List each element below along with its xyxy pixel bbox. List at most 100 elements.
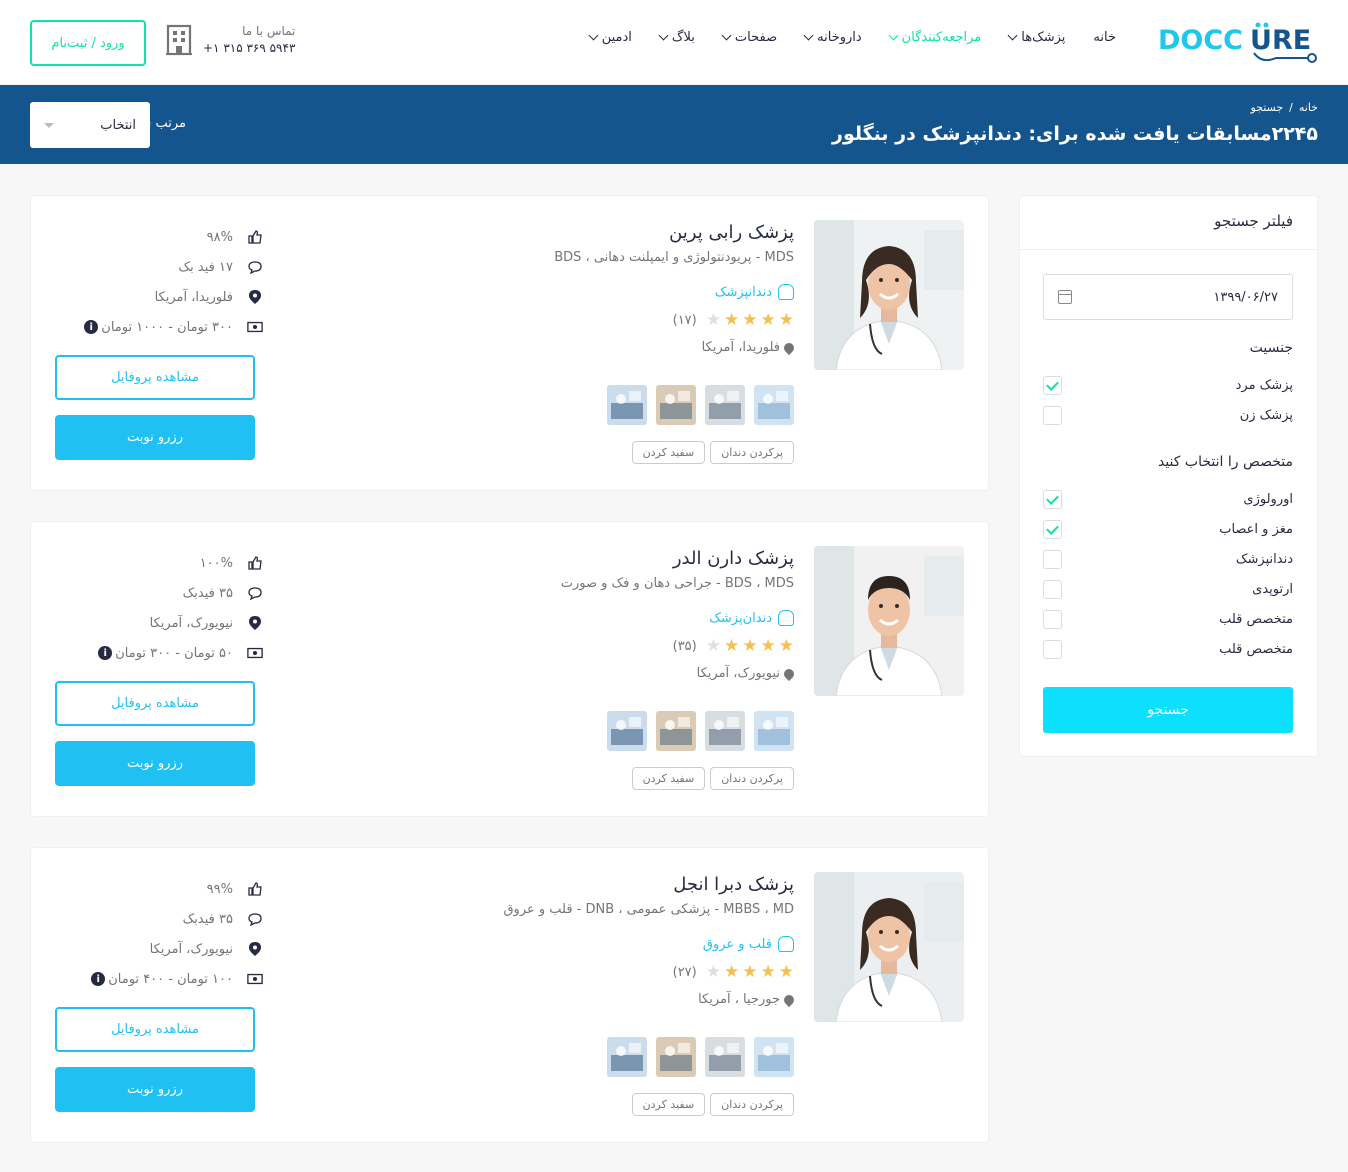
checkbox-label: متخصص قلب (1219, 641, 1293, 657)
feedback-count: ۱۷ فید بک (178, 259, 233, 275)
feedback-count: ۳۵ فیدبک (182, 911, 233, 927)
info-price: ۱۰۰ تومان - ۴۰۰ تومان i (55, 964, 263, 994)
info-like: ۹۹% (55, 874, 263, 904)
book-appointment-button[interactable]: رزرو نوبت (55, 1067, 255, 1112)
chevron-down-icon (721, 30, 732, 41)
checkbox[interactable] (1043, 639, 1062, 659)
doctor-card: پزشک دارن الدر BDS ، MDS - جراحی دهان و … (30, 521, 989, 817)
location-text: فلوریدا، آمریکا (701, 340, 780, 355)
sort-select-value: انتخاب (100, 117, 136, 133)
nav-item[interactable]: صفحات (709, 30, 791, 45)
star-filled-icon: ★ (760, 962, 776, 982)
doctor-degrees: MDS - پریودنتولوژی و ایمپلنت دهانی ، BDS (554, 250, 794, 265)
filter-checkbox-row[interactable]: مغز و اعصاب (1043, 518, 1293, 540)
info-place: فلوریدا، آمریکا (55, 282, 263, 312)
doccure-logo[interactable]: DOCC U RE (1158, 20, 1320, 64)
clinic-photo-svg (754, 711, 794, 751)
checkbox-checked[interactable] (1043, 489, 1062, 509)
filter-checkbox-row[interactable]: پزشک مرد (1043, 374, 1293, 396)
filter-checkbox-row[interactable]: پزشک زن (1043, 404, 1293, 426)
nav-item[interactable]: داروخانه (791, 30, 876, 45)
search-button[interactable]: جستجو (1043, 687, 1293, 733)
checkbox[interactable] (1043, 609, 1062, 629)
doctor-name[interactable]: پزشک رابی پرین (669, 222, 794, 243)
login-register-button[interactable]: ورود / ثبت‌نام (30, 20, 146, 66)
clinic-gallery-image[interactable] (754, 1037, 794, 1077)
review-count: (۲۷) (672, 964, 697, 980)
clinic-gallery-image[interactable] (656, 711, 696, 751)
book-appointment-button[interactable]: رزرو نوبت (55, 415, 255, 460)
view-profile-button[interactable]: مشاهده پروفایل (55, 1007, 255, 1052)
nav-item[interactable]: پزشک‌ها (995, 30, 1079, 45)
clinic-gallery-image[interactable] (705, 711, 745, 751)
chevron-down-icon (1007, 30, 1018, 41)
view-profile-button[interactable]: مشاهده پروفایل (55, 355, 255, 400)
comment-icon (247, 912, 263, 926)
filter-checkbox-row[interactable]: متخصص قلب (1043, 608, 1293, 630)
sort-select[interactable]: انتخاب (30, 102, 150, 148)
doctor-name[interactable]: پزشک دبرا انجل (673, 874, 794, 895)
filter-checkbox-row[interactable]: دندانپزشک (1043, 548, 1293, 570)
doctor-photo[interactable] (814, 546, 964, 696)
book-appointment-button[interactable]: رزرو نوبت (55, 741, 255, 786)
caret-down-icon (44, 122, 54, 128)
doctor-degrees: MBBS ، MD - پزشکی عمومی ، DNB - قلب و عر… (503, 902, 794, 917)
clinic-gallery-image[interactable] (607, 385, 647, 425)
filter-checkbox-row[interactable]: اورولوژی (1043, 488, 1293, 510)
checkbox-label: دندانپزشک (1235, 551, 1293, 567)
breadcrumb-home[interactable]: خانه (1299, 101, 1318, 114)
thumbs-up-icon (247, 556, 263, 570)
date-input[interactable]: ۱۳۹۹/۰۶/۲۷ (1043, 274, 1293, 320)
feedback-count: ۳۵ فیدبک (182, 585, 233, 601)
service-tags: پرکردن دندان سفید کردن (631, 767, 794, 790)
contact-phone[interactable]: +۱ ۳۱۵ ۳۶۹ ۵۹۴۳ (203, 41, 295, 55)
clinic-gallery-image[interactable] (656, 385, 696, 425)
checkbox-checked[interactable] (1043, 375, 1062, 395)
clinic-photo-svg (754, 1037, 794, 1077)
place-text: فلوریدا، آمریکا (154, 289, 233, 305)
doctor-photo[interactable] (814, 872, 964, 1022)
location-text: نیویورک، آمریکا (696, 666, 780, 681)
checkbox[interactable] (1043, 549, 1062, 569)
site-header: DOCC U RE خانه پزشک‌ها مراجعه‌کنندگان داروخ… (0, 0, 1348, 85)
doctor-info-list: ۱۰۰% ۳۵ فیدبک نیویورک، آمریکا ۵۰ تومان -… (55, 548, 263, 668)
info-circle-icon[interactable]: i (84, 320, 99, 334)
doctor-specialty: دندانپزشک (715, 284, 794, 300)
doctor-photo[interactable] (814, 220, 964, 370)
search-filter-panel: فیلتر جستجو ۱۳۹۹/۰۶/۲۷ جنسیت پزشک مرد پزش… (1019, 195, 1318, 757)
main-nav: خانه پزشک‌ها مراجعه‌کنندگان داروخانه صفحات بل… (576, 30, 1130, 45)
filter-checkbox-row[interactable]: ارتوپدی (1043, 578, 1293, 600)
checkbox[interactable] (1043, 579, 1062, 599)
review-count: (۱۷) (672, 312, 697, 328)
logo-svg: DOCC U RE (1158, 22, 1317, 63)
doctor-name[interactable]: پزشک دارن الدر (673, 548, 794, 569)
nav-item[interactable]: بلاگ (646, 30, 709, 45)
like-percent: ۹۸% (206, 229, 233, 245)
info-circle-icon[interactable]: i (91, 972, 106, 986)
clinic-gallery-image[interactable] (754, 711, 794, 751)
price-range: ۳۰۰ تومان - ۱۰۰۰ تومان (101, 319, 233, 335)
header-contact: تماس با ما +۱ ۳۱۵ ۳۶۹ ۵۹۴۳ (165, 22, 295, 56)
clinic-gallery-image[interactable] (754, 385, 794, 425)
breadcrumb-bar: خانه / جستجو ۲۲۴۵مسابقات یافت شده برای: … (0, 85, 1348, 164)
filter-checkbox-row[interactable]: متخصص قلب (1043, 638, 1293, 660)
nav-item[interactable]: ادمین (576, 30, 646, 45)
checkbox-label: اورولوژی (1243, 491, 1293, 507)
info-circle-icon[interactable]: i (98, 646, 113, 660)
doctor-photo-svg (814, 546, 964, 696)
clinic-gallery-image[interactable] (705, 385, 745, 425)
nav-item[interactable]: خانه (1079, 30, 1130, 45)
nav-item[interactable]: مراجعه‌کنندگان (876, 30, 996, 45)
calendar-icon (1058, 290, 1072, 304)
doctor-rating: ★ ★ ★ ★ ★ (۳۵) (673, 636, 794, 656)
clinic-gallery-image[interactable] (607, 711, 647, 751)
service-tag: سفید کردن (631, 1093, 706, 1116)
doctor-degrees: BDS ، MDS - جراحی دهان و فک و صورت (560, 576, 794, 591)
clinic-gallery-image[interactable] (607, 1037, 647, 1077)
star-empty-icon: ★ (705, 962, 721, 982)
view-profile-button[interactable]: مشاهده پروفایل (55, 681, 255, 726)
clinic-gallery-image[interactable] (705, 1037, 745, 1077)
checkbox[interactable] (1043, 405, 1062, 425)
clinic-gallery-image[interactable] (656, 1037, 696, 1077)
checkbox-checked[interactable] (1043, 519, 1062, 539)
